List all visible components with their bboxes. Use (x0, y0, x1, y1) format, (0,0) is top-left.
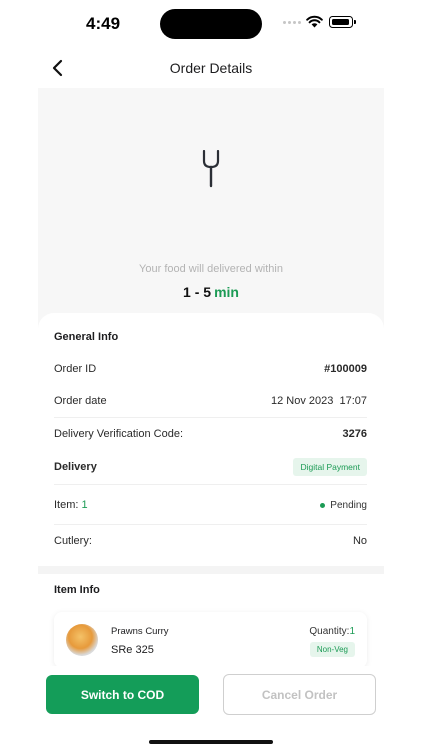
verification-code-value: 3276 (342, 428, 367, 440)
switch-to-cod-button[interactable]: Switch to COD (46, 675, 199, 714)
cutlery-row: Cutlery: No (54, 526, 367, 556)
food-image (66, 624, 98, 656)
bottom-action-bar: Switch to COD Cancel Order (0, 666, 422, 750)
order-status: Pending (320, 500, 367, 511)
status-dot-icon (320, 502, 326, 508)
delivery-eta-panel: Your food will delivered within 1 - 5 min (38, 88, 384, 328)
item-info-title: Item Info (54, 584, 100, 596)
eta-value: 1 - 5 min (38, 284, 384, 300)
cancel-order-button[interactable]: Cancel Order (223, 674, 376, 715)
item-status-row: Item: 1 Pending (54, 490, 367, 520)
divider (54, 417, 367, 418)
battery-icon (329, 16, 356, 28)
quantity-label: Quantity: (309, 626, 350, 637)
order-date-value: 12 Nov 2023 17:07 (270, 395, 367, 407)
fork-icon (202, 150, 220, 188)
item-count-value: 1 (81, 499, 88, 511)
payment-method-badge: Digital Payment (293, 458, 367, 476)
food-type-badge: Non-Veg (309, 642, 355, 657)
divider (54, 484, 367, 485)
order-id-value: #100009 (324, 363, 367, 375)
home-indicator (149, 740, 273, 744)
status-bar: 4:49 (0, 0, 422, 46)
quantity-value: 1 (349, 626, 355, 637)
general-info-title: General Info (54, 331, 119, 343)
cutlery-value: No (352, 535, 367, 547)
delivery-row: Delivery Digital Payment (54, 452, 367, 482)
delivery-time-caption: Your food will delivered within (139, 263, 283, 275)
eta-range: 1 - 5 (183, 284, 212, 300)
page-title: Order Details (169, 60, 253, 76)
status-time: 4:49 (86, 14, 121, 33)
verification-code-row: Delivery Verification Code: 3276 (54, 419, 367, 449)
delivery-label: Delivery (54, 461, 97, 473)
dynamic-island (160, 9, 262, 39)
divider (54, 524, 367, 525)
order-date-row: Order date 12 Nov 2023 17:07 (54, 386, 367, 416)
app-header: Order Details (0, 48, 422, 88)
cutlery-label: Cutlery: (54, 535, 92, 547)
order-item-card[interactable]: Prawns Curry SRe 325 Quantity:1 Non-Veg (54, 612, 367, 668)
item-quantity: Quantity:1 (309, 626, 355, 637)
verification-code-label: Delivery Verification Code: (54, 428, 184, 440)
eta-unit: min (214, 284, 239, 300)
item-count: Item: 1 (54, 499, 88, 511)
cellular-signal-icon (283, 21, 301, 24)
item-name: Prawns Curry (111, 626, 169, 637)
wifi-icon (306, 15, 323, 28)
order-date-label: Order date (54, 395, 107, 407)
item-label: Item: (54, 499, 79, 511)
order-id-row: Order ID #100009 (54, 354, 367, 384)
section-separator (38, 566, 384, 574)
order-id-label: Order ID (54, 363, 97, 375)
general-info-card: General Info Order ID #100009 Order date… (38, 313, 384, 570)
order-status-text: Pending (330, 499, 367, 511)
item-price: SRe 325 (111, 644, 154, 656)
item-info-section: Item Info Prawns Curry SRe 325 Quantity:… (38, 574, 384, 668)
